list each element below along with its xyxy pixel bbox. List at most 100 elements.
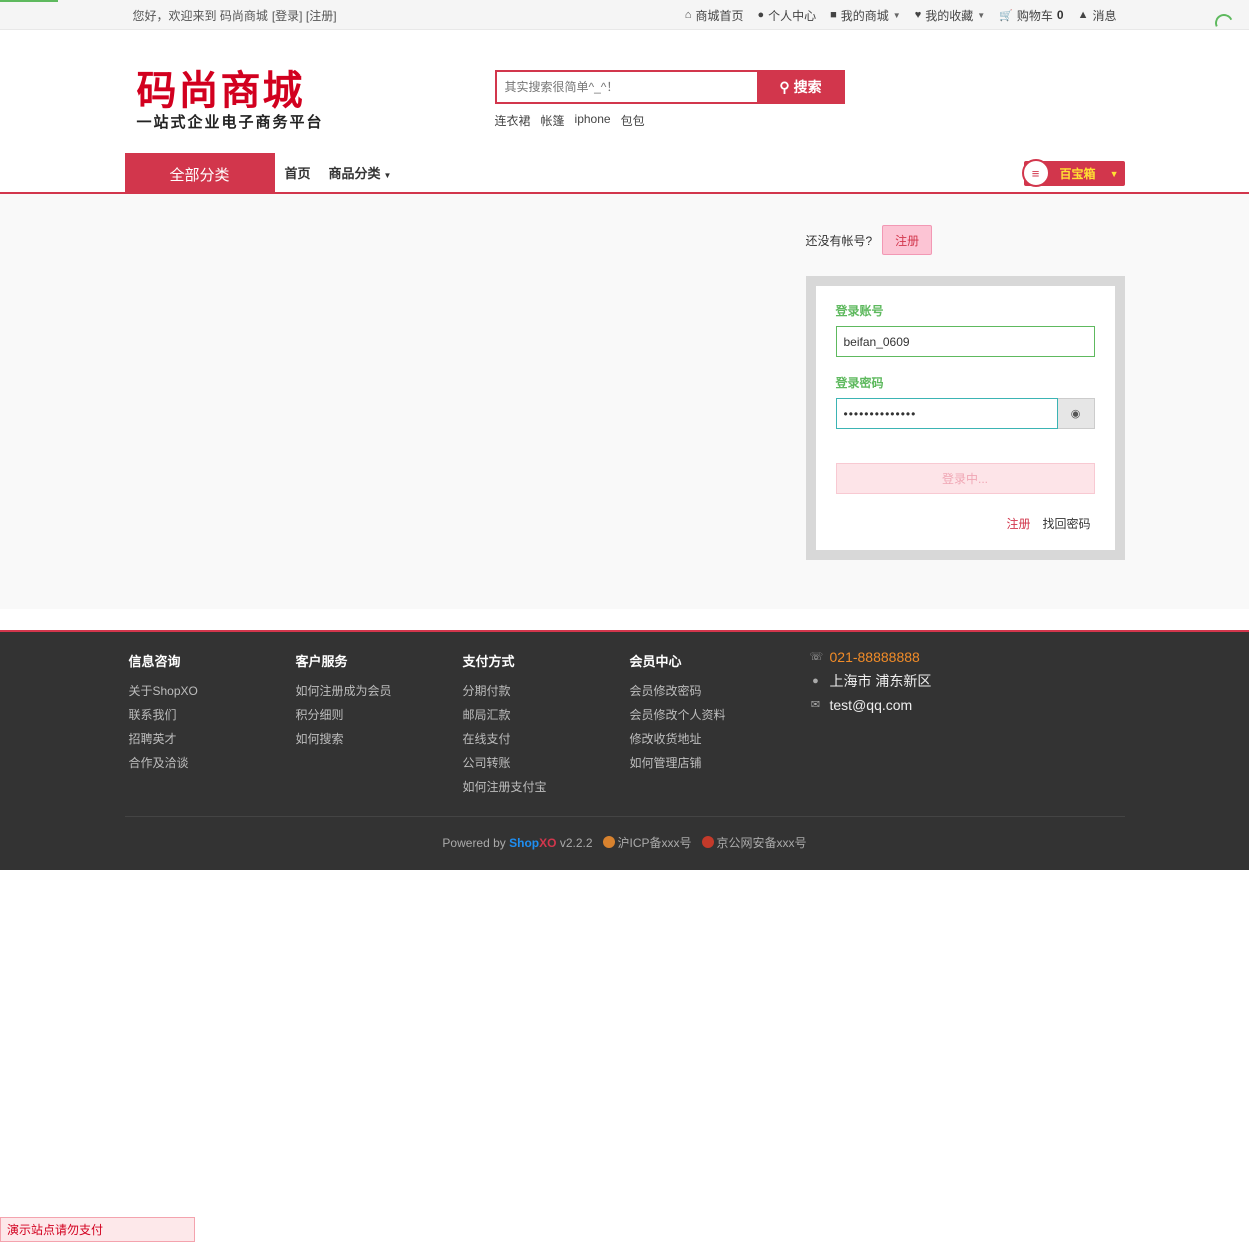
treasure-box-button[interactable]: ≡ 百宝箱 ▼ xyxy=(1021,159,1125,187)
footer-contact: ☏ 021-88888888 ● 上海市 浦东新区 ✉ test@qq.com xyxy=(810,645,932,717)
footer-column-title: 会员中心 xyxy=(629,654,682,669)
cart-icon: 🛒 xyxy=(999,9,1013,22)
welcome-text: 您好，欢迎来到 码尚商城 [登录] [注册] xyxy=(133,7,337,24)
topnav-cart[interactable]: 🛒 购物车 0 xyxy=(999,7,1063,24)
home-icon: ⌂ xyxy=(684,9,692,21)
brand-shop-text: Shop xyxy=(509,835,540,850)
find-password-link[interactable]: 找回密码 xyxy=(1042,515,1090,532)
topnav-messages[interactable]: ▲ 消息 xyxy=(1078,7,1117,24)
footer-link[interactable]: 分期付款 xyxy=(463,679,630,703)
footer-link[interactable]: 如何注册成为会员 xyxy=(296,679,463,703)
loading-spinner-icon xyxy=(1212,11,1236,35)
phone-icon: ☏ xyxy=(809,651,824,663)
search-button[interactable]: ⚲ 搜索 xyxy=(756,70,845,104)
password-input[interactable]: •••••••••••••• xyxy=(835,398,1058,429)
brand-xo-text: XO xyxy=(539,835,557,850)
icp-link[interactable]: 沪ICP备xxx号 xyxy=(602,834,692,851)
top-nav: ⌂ 商城首页 ● 个人中心 ■ 我的商城 ▼ ♥ 我的收藏 ▼ 🛒 购物车 0 xyxy=(685,7,1117,24)
cart-count-badge: 0 xyxy=(1056,8,1064,22)
search-icon: ⚲ xyxy=(779,78,790,95)
register-link[interactable]: [注册] xyxy=(306,9,337,23)
chevron-down-icon: ▼ xyxy=(977,10,986,20)
password-row: •••••••••••••• ◉ xyxy=(835,398,1095,429)
footer-link[interactable]: 如何搜索 xyxy=(296,727,463,751)
loading-progress-bar xyxy=(0,0,58,2)
caret-down-icon: ▼ xyxy=(383,171,392,180)
all-categories-button[interactable]: 全部分类 xyxy=(124,153,275,192)
topnav-cart-label: 购物车 xyxy=(1016,8,1053,23)
logo-title: 码尚商城 xyxy=(136,67,305,114)
police-badge-icon xyxy=(701,836,714,848)
footer-link[interactable]: 如何管理店铺 xyxy=(630,751,797,775)
footer-link[interactable]: 关于ShopXO xyxy=(129,679,296,703)
login-panel: 登录账号 beifan_0609 登录密码 •••••••••••••• ◉ 登… xyxy=(805,276,1125,560)
login-submit-button[interactable]: 登录中... xyxy=(835,463,1095,494)
user-icon: ● xyxy=(757,9,765,21)
register-link[interactable]: 注册 xyxy=(1006,515,1030,532)
hot-word-link[interactable]: iphone xyxy=(575,112,611,129)
chevron-down-icon: ▼ xyxy=(892,10,901,20)
contact-email-row: ✉ test@qq.com xyxy=(810,693,932,717)
demo-site-notice: 演示站点请勿支付 xyxy=(0,1217,195,1242)
logo-subtitle: 一站式企业电子商务平台 xyxy=(136,113,324,131)
topnav-favorites-label: 我的收藏 xyxy=(925,8,974,23)
footer-link[interactable]: 合作及洽谈 xyxy=(129,751,296,775)
topnav-my-mall-label: 我的商城 xyxy=(840,8,889,23)
police-text: 京公网安备xxx号 xyxy=(716,836,807,850)
hot-word-link[interactable]: 包包 xyxy=(621,112,645,129)
footer-link[interactable]: 如何注册支付宝 xyxy=(463,775,630,799)
footer-column-title: 信息咨询 xyxy=(128,654,181,669)
nav-link-categories[interactable]: 商品分类 ▼ xyxy=(329,163,392,182)
footer: 信息咨询 关于ShopXO 联系我们 招聘英才 合作及洽谈 客户服务 如何注册成… xyxy=(0,630,1249,870)
topnav-messages-label: 消息 xyxy=(1092,8,1117,23)
login-form: 登录账号 beifan_0609 登录密码 •••••••••••••• ◉ 登… xyxy=(815,286,1115,550)
topnav-home-label: 商城首页 xyxy=(695,8,744,23)
site-logo[interactable]: 码尚商城 一站式企业电子商务平台 xyxy=(136,67,337,131)
footer-column-title: 支付方式 xyxy=(462,654,515,669)
footer-link[interactable]: 邮局汇款 xyxy=(463,703,630,727)
nav-link-home[interactable]: 首页 xyxy=(285,163,311,182)
topnav-my-mall[interactable]: ■ 我的商城 ▼ xyxy=(830,7,901,24)
login-link[interactable]: [登录] xyxy=(272,9,303,23)
footer-link[interactable]: 会员修改个人资料 xyxy=(630,703,797,727)
footer-link[interactable]: 积分细则 xyxy=(296,703,463,727)
footer-column: 支付方式 分期付款 邮局汇款 在线支付 公司转账 如何注册支付宝 xyxy=(463,651,630,799)
footer-link[interactable]: 联系我们 xyxy=(129,703,296,727)
version-text: v2.2.2 xyxy=(559,835,593,850)
eye-icon[interactable]: ◉ xyxy=(1057,398,1095,429)
sliders-icon: ≡ xyxy=(1021,159,1050,187)
header: 码尚商城 一站式企业电子商务平台 ⚲ 搜索 连衣裙 帐篷 iphone 包包 xyxy=(125,30,1125,153)
powered-by-text: Powered by ShopXO v2.2.2 xyxy=(442,836,592,850)
topnav-user-center-label: 个人中心 xyxy=(768,8,817,23)
hot-word-link[interactable]: 帐篷 xyxy=(541,112,565,129)
account-input[interactable]: beifan_0609 xyxy=(835,326,1095,357)
topnav-favorites[interactable]: ♥ 我的收藏 ▼ xyxy=(915,7,985,24)
top-bar: 您好，欢迎来到 码尚商城 [登录] [注册] ⌂ 商城首页 ● 个人中心 ■ 我的… xyxy=(0,0,1249,35)
topnav-user-center[interactable]: ● 个人中心 xyxy=(757,7,816,24)
hot-word-link[interactable]: 连衣裙 xyxy=(495,112,531,129)
icp-text: 沪ICP备xxx号 xyxy=(617,836,692,850)
search-box: ⚲ 搜索 xyxy=(494,70,845,104)
main-nav-bar: 全部分类 首页 商品分类 ▼ ≡ 百宝箱 ▼ xyxy=(0,153,1249,194)
topnav-home[interactable]: ⌂ 商城首页 xyxy=(685,7,744,24)
footer-column: 信息咨询 关于ShopXO 联系我们 招聘英才 合作及洽谈 xyxy=(129,651,296,799)
footer-link[interactable]: 会员修改密码 xyxy=(630,679,797,703)
footer-link[interactable]: 公司转账 xyxy=(463,751,630,775)
contact-address: 上海市 浦东新区 xyxy=(829,673,932,689)
police-link[interactable]: 京公网安备xxx号 xyxy=(701,834,807,851)
footer-columns: 信息咨询 关于ShopXO 联系我们 招聘英才 合作及洽谈 客户服务 如何注册成… xyxy=(125,632,1125,799)
search-input[interactable] xyxy=(494,70,757,104)
treasure-box-label: 百宝箱 xyxy=(1059,167,1096,181)
map-marker-icon: ● xyxy=(812,675,819,687)
footer-link[interactable]: 修改收货地址 xyxy=(630,727,797,751)
account-label: 登录账号 xyxy=(835,304,884,318)
login-links: 注册 找回密码 xyxy=(1006,515,1090,532)
footer-link[interactable]: 招聘英才 xyxy=(129,727,296,751)
register-button[interactable]: 注册 xyxy=(882,225,933,255)
footer-link[interactable]: 在线支付 xyxy=(463,727,630,751)
search-button-label: 搜索 xyxy=(793,79,822,95)
copyright-bar: Powered by ShopXO v2.2.2 沪ICP备xxx号 京公网安备… xyxy=(125,834,1125,851)
icp-icon xyxy=(602,836,615,848)
shopxo-brand-link[interactable]: ShopXO xyxy=(509,836,556,850)
footer-column: 客户服务 如何注册成为会员 积分细则 如何搜索 xyxy=(296,651,463,799)
